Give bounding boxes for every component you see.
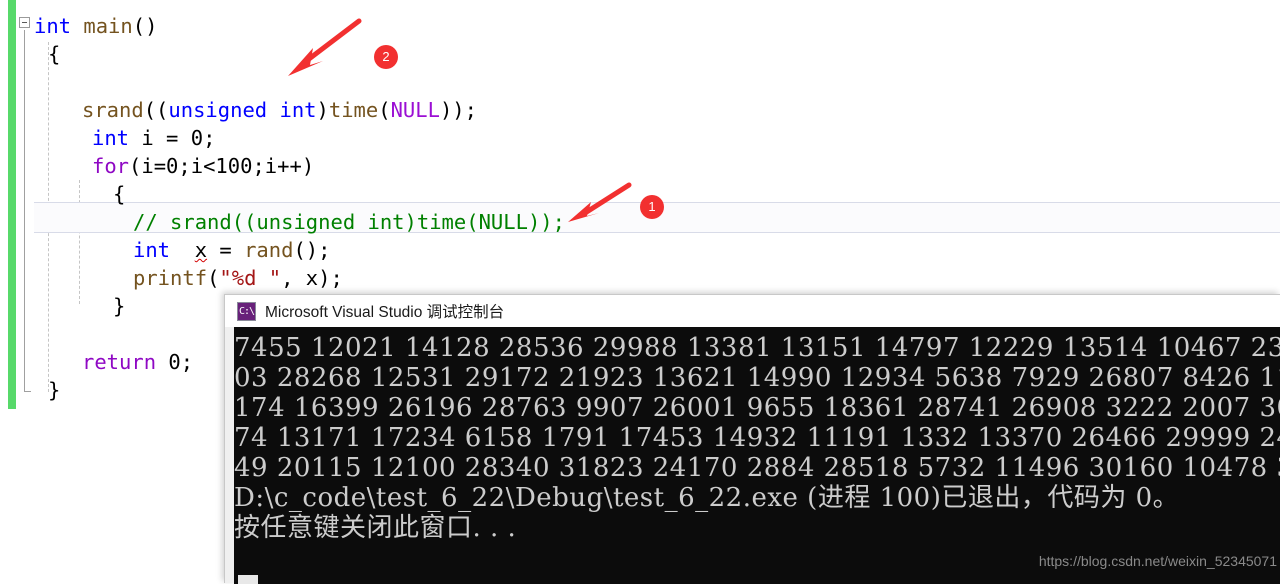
code-token: int: [92, 126, 130, 150]
console-output-line: 74 13171 17234 6158 1791 17453 14932 111…: [234, 423, 1280, 453]
annotation-badge-2: 2: [374, 45, 398, 69]
code-line[interactable]: printf("%d ", x);: [133, 264, 343, 292]
code-line[interactable]: {: [113, 180, 125, 208]
annotation-badge-1: 1: [640, 195, 664, 219]
code-token: , x);: [281, 266, 343, 290]
code-token: main: [83, 14, 133, 38]
collapse-minus-icon[interactable]: [19, 17, 30, 28]
code-token: // srand((unsigned int)time(NULL));: [133, 210, 565, 234]
code-token: NULL: [390, 98, 440, 122]
annotation-arrow-2: [288, 18, 362, 76]
annotation-arrow-1: [568, 182, 632, 222]
code-token: 0;: [156, 350, 194, 374]
code-line[interactable]: }: [113, 292, 125, 320]
code-token: "%d ": [219, 266, 282, 290]
visual-studio-console-icon: C:\: [237, 301, 256, 321]
code-token: return: [82, 350, 157, 374]
console-output-line: 7455 12021 14128 28536 29988 13381 13151…: [234, 333, 1280, 363]
code-token: (: [207, 266, 220, 290]
code-token: (): [132, 14, 158, 38]
code-token: int: [34, 14, 72, 38]
console-output-line: 按任意键关闭此窗口. . .: [234, 513, 517, 543]
code-line[interactable]: {: [48, 40, 60, 68]
code-token: {: [113, 182, 126, 206]
code-token: (i=0;i<100;i++): [129, 154, 315, 178]
code-token: unsigned: [168, 98, 268, 122]
debug-console-window[interactable]: C:\ Microsoft Visual Studio 调试控制台 7455 1…: [224, 294, 1280, 584]
console-output-area[interactable]: 7455 12021 14128 28536 29988 13381 13151…: [234, 327, 1280, 584]
watermark-url: https://blog.csdn.net/weixin_52345071: [1038, 553, 1277, 569]
block-structure-guide-inner: [79, 180, 80, 304]
code-token: ();: [293, 238, 331, 262]
code-token: printf: [133, 266, 208, 290]
outline-guide-foot: [24, 391, 31, 392]
code-token: }: [113, 294, 126, 318]
code-line[interactable]: // srand((unsigned int)time(NULL));: [133, 208, 565, 236]
code-token: =: [207, 238, 245, 262]
code-token: {: [48, 42, 61, 66]
code-line[interactable]: for(i=0;i<100;i++): [92, 152, 314, 180]
console-title-bar[interactable]: C:\ Microsoft Visual Studio 调试控制台: [225, 295, 1280, 327]
code-token: rand: [244, 238, 294, 262]
code-token: x: [194, 238, 208, 262]
code-token: srand: [82, 98, 144, 122]
code-token: ));: [439, 98, 477, 122]
code-token: int: [279, 98, 317, 122]
console-output-line: 49 20115 12100 28340 31823 24170 2884 28…: [234, 453, 1280, 483]
code-line[interactable]: srand((unsigned int)time(NULL));: [82, 96, 477, 124]
code-token: i = 0;: [129, 126, 216, 150]
console-output-line: 174 16399 26196 28763 9907 26001 9655 18…: [234, 393, 1280, 423]
code-token: for: [92, 154, 130, 178]
code-token: }: [48, 378, 61, 402]
code-token: time: [328, 98, 379, 122]
code-line[interactable]: int i = 0;: [92, 124, 215, 152]
code-line[interactable]: }: [48, 376, 60, 404]
outline-guide-line: [24, 30, 25, 392]
code-line[interactable]: int x = rand();: [133, 236, 331, 264]
code-token: ): [316, 98, 329, 122]
code-token: int: [133, 238, 171, 262]
code-line[interactable]: int main(): [34, 12, 157, 40]
code-line[interactable]: return 0;: [82, 348, 193, 376]
console-output-line: 03 28268 12531 29172 21923 13621 14990 1…: [234, 363, 1280, 393]
changed-lines-indicator: [8, 0, 16, 409]
code-token: (: [378, 98, 391, 122]
console-output-line: D:\c_code\test_6_22\Debug\test_6_22.exe …: [234, 483, 1180, 513]
console-title-text: Microsoft Visual Studio 调试控制台: [265, 304, 505, 321]
code-token: ((: [143, 98, 169, 122]
